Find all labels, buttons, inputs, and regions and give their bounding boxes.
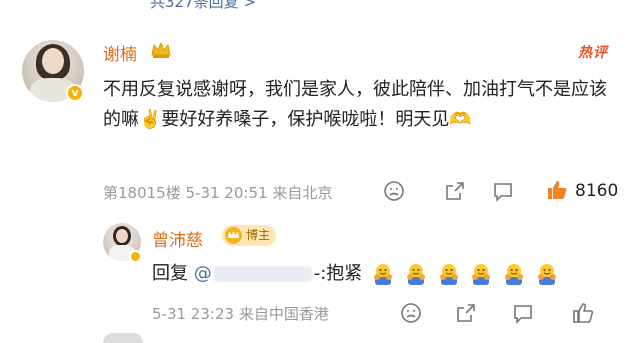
next-reply-avatar bbox=[103, 333, 143, 343]
floor-number: 第18015楼 bbox=[103, 184, 181, 202]
hug-emoji-icon bbox=[537, 264, 556, 285]
blurred-username bbox=[213, 266, 312, 282]
hug-emoji-icon bbox=[472, 264, 491, 285]
reply-text: 回复 @ -:抱紧 bbox=[152, 259, 559, 286]
comment-meta: 第18015楼 5-31 20:51 来自北京 bbox=[103, 182, 332, 203]
emoji-reaction-icon[interactable] bbox=[383, 180, 405, 202]
comment-text: 不用反复说感谢呀，我们是家人，彼此陪伴、加油打气不是应该的嘛✌️要好好养嗓子，保… bbox=[103, 79, 607, 130]
reply-date: 5-31 23:23 bbox=[152, 305, 235, 323]
mention-link[interactable]: @ bbox=[194, 263, 314, 284]
crown-icon bbox=[151, 41, 171, 58]
reply-username[interactable]: 曾沛慈 bbox=[152, 226, 203, 251]
reply-verified-icon bbox=[129, 250, 142, 263]
like-icon[interactable] bbox=[546, 179, 568, 201]
heart-hands-icon: 🫶 bbox=[449, 109, 472, 130]
comment-source: 来自北京 bbox=[272, 184, 333, 202]
share-icon[interactable] bbox=[444, 180, 466, 202]
hug-emoji-icon bbox=[374, 264, 393, 285]
hug-emoji-icon bbox=[439, 264, 458, 285]
reply-comment-icon[interactable] bbox=[512, 302, 534, 324]
hot-comment-badge: 热评 bbox=[578, 45, 608, 61]
comment-date: 5-31 20:51 bbox=[185, 184, 268, 202]
reply-meta: 5-31 23:23 来自中国香港 bbox=[152, 303, 329, 324]
reply-source: 来自中国香港 bbox=[238, 305, 329, 323]
author-badge-icon bbox=[225, 227, 242, 244]
reply-share-icon[interactable] bbox=[455, 302, 477, 324]
more-replies-link[interactable]: 共327条回复 > bbox=[150, 0, 256, 12]
reply-like-icon[interactable] bbox=[572, 302, 594, 324]
verified-icon: v bbox=[66, 84, 84, 102]
reply-emoji-reaction-icon[interactable] bbox=[400, 302, 422, 324]
victory-hand-icon: ✌️ bbox=[139, 109, 162, 130]
comment-username[interactable]: 谢楠 bbox=[103, 40, 137, 65]
hug-emoji-icon bbox=[406, 264, 425, 285]
comment-icon[interactable] bbox=[492, 180, 514, 202]
hug-emoji-icon bbox=[504, 264, 523, 285]
like-count: 8160 bbox=[575, 181, 619, 201]
